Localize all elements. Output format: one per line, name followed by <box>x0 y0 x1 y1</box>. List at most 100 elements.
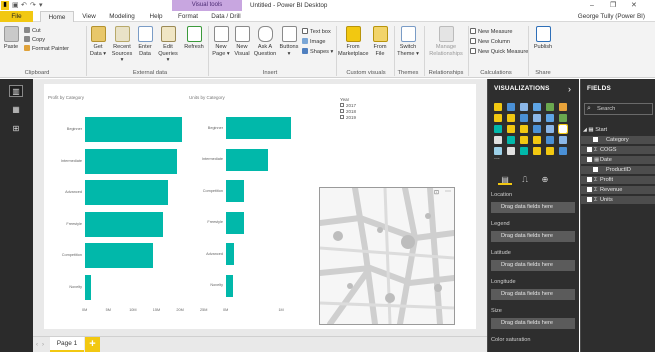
undo-icon[interactable]: ↶ <box>21 1 27 10</box>
bar[interactable] <box>226 148 268 171</box>
waterfall-icon[interactable] <box>559 114 567 122</box>
checkbox-icon[interactable] <box>593 136 598 142</box>
field-item[interactable]: ▦Date <box>581 156 655 164</box>
cut-button[interactable]: Cut <box>24 27 41 35</box>
stacked-bar-icon[interactable] <box>494 103 502 111</box>
stacked-column-icon[interactable] <box>507 103 515 111</box>
drop-zone[interactable]: Drag data fields here <box>491 289 575 300</box>
signed-in-user[interactable]: George Tully (Power BI) <box>578 11 645 22</box>
globe-icon[interactable] <box>533 147 541 155</box>
from-marketplace-button[interactable]: From Marketplace <box>338 26 368 57</box>
drop-zone[interactable]: Drag data fields here <box>491 231 575 242</box>
paste-button[interactable]: Paste <box>2 26 20 51</box>
analytics-magnifier-icon[interactable]: ⊕ <box>538 175 552 185</box>
report-page[interactable]: Profit by Category Units by Category Yea… <box>44 84 476 329</box>
checkbox-icon[interactable] <box>593 166 598 172</box>
drop-zone[interactable]: Drag data fields here <box>491 318 575 329</box>
tab-format[interactable]: Format <box>174 11 202 22</box>
customize-qat-icon[interactable]: ▾ <box>39 1 43 10</box>
bar[interactable] <box>85 274 91 300</box>
text-box-button[interactable]: Text box <box>302 28 331 36</box>
new-visual-button[interactable]: New Visual <box>233 26 251 57</box>
switch-theme-button[interactable]: Switch Theme ▾ <box>396 26 420 57</box>
expand-pane-icon[interactable]: › <box>568 79 571 99</box>
format-painter-button[interactable]: Format Painter <box>24 45 69 53</box>
ask-question-button[interactable]: Ask A Question <box>253 26 277 57</box>
from-file-button[interactable]: From File <box>370 26 390 57</box>
checkbox-icon[interactable] <box>587 146 592 152</box>
clustered-bar-icon[interactable] <box>520 103 528 111</box>
bar[interactable] <box>226 211 245 234</box>
tab-data-drill[interactable]: Data / Drill <box>208 11 244 22</box>
donut-icon[interactable] <box>520 125 528 133</box>
checkbox-icon[interactable] <box>587 186 592 192</box>
drop-zone[interactable]: Drag data fields here <box>491 202 575 213</box>
checkbox-icon[interactable] <box>587 156 592 162</box>
100-column-icon[interactable] <box>559 103 567 111</box>
enter-data-button[interactable]: Enter Data <box>136 26 154 57</box>
copy-button[interactable]: Copy <box>24 36 45 44</box>
publish-button[interactable]: Publish <box>531 26 555 51</box>
checkbox-icon[interactable] <box>587 176 592 182</box>
relationships-view-icon[interactable]: ⊞ <box>9 123 23 135</box>
manage-relationships-button[interactable]: Manage Relationships <box>426 26 466 57</box>
redo-icon[interactable]: ↷ <box>30 1 36 10</box>
refresh-button[interactable]: Refresh <box>183 26 205 51</box>
new-page-button[interactable]: New Page ▾ <box>211 26 231 57</box>
table-start[interactable]: ◢ ▦ Start <box>581 126 655 134</box>
bar[interactable] <box>226 243 234 265</box>
custom-visual-icon[interactable] <box>559 147 567 155</box>
gauge-icon[interactable] <box>507 136 515 144</box>
slicer-item-2019[interactable]: 2019 <box>340 115 356 121</box>
checkbox-icon[interactable] <box>587 196 592 202</box>
drop-zone[interactable]: Drag data fields here <box>491 260 575 271</box>
arcgis-icon[interactable] <box>546 147 554 155</box>
year-slicer[interactable]: Year 2017 2018 2019 <box>340 97 356 121</box>
new-column-button[interactable]: New Column <box>470 38 510 46</box>
line-chart-icon[interactable] <box>494 114 502 122</box>
funnel-icon[interactable] <box>494 136 502 144</box>
tab-file[interactable]: File <box>0 11 33 22</box>
filled-map-icon[interactable] <box>558 124 568 134</box>
100-bar-icon[interactable] <box>546 103 554 111</box>
field-item[interactable]: ProductID <box>581 166 655 174</box>
stacked-area-icon[interactable] <box>520 114 528 122</box>
report-view-icon[interactable]: ▥ <box>9 85 23 97</box>
bar[interactable] <box>226 117 291 139</box>
field-item[interactable]: Category <box>581 136 655 144</box>
field-item[interactable]: Σ Profit <box>581 176 655 184</box>
field-item[interactable]: Σ Units <box>581 196 655 204</box>
tab-help[interactable]: Help <box>145 11 167 22</box>
restore-icon[interactable]: ❐ <box>610 0 616 11</box>
minimize-icon[interactable]: – <box>590 0 594 11</box>
fields-search-input[interactable]: ⌕ Search <box>584 103 653 115</box>
bar[interactable] <box>85 148 178 174</box>
area-chart-icon[interactable] <box>507 114 515 122</box>
bar[interactable] <box>226 180 245 202</box>
pie-icon[interactable] <box>507 125 515 133</box>
matrix-icon[interactable] <box>507 147 515 155</box>
next-page-icon[interactable]: › <box>42 339 44 351</box>
format-paint-roller-icon[interactable]: ⎍ <box>518 175 532 185</box>
scatter-icon[interactable] <box>494 125 502 133</box>
clustered-column-icon[interactable] <box>533 103 541 111</box>
prev-page-icon[interactable]: ‹ <box>36 339 38 351</box>
card-icon[interactable] <box>520 136 528 144</box>
close-icon[interactable]: ✕ <box>631 0 637 11</box>
line-column-icon[interactable] <box>533 114 541 122</box>
tab-home[interactable]: Home <box>40 11 74 22</box>
table-visual-icon[interactable] <box>494 147 502 155</box>
buttons-button[interactable]: Buttons ▾ <box>278 26 300 57</box>
fields-well-tab-icon[interactable]: ▤ <box>498 175 512 185</box>
page-tab-1[interactable]: Page 1 <box>50 337 84 352</box>
slicer-icon[interactable] <box>559 136 567 144</box>
tab-view[interactable]: View <box>78 11 100 22</box>
kpi-icon[interactable] <box>546 136 554 144</box>
multirow-card-icon[interactable] <box>533 136 541 144</box>
field-item[interactable]: Σ Revenue <box>581 186 655 194</box>
add-page-button[interactable]: + <box>85 337 100 352</box>
ribbon-chart-icon[interactable] <box>546 114 554 122</box>
edit-queries-button[interactable]: Edit Queries ▾ <box>157 26 179 64</box>
recent-sources-button[interactable]: Recent Sources ▾ <box>110 26 134 64</box>
bar[interactable] <box>85 211 163 237</box>
